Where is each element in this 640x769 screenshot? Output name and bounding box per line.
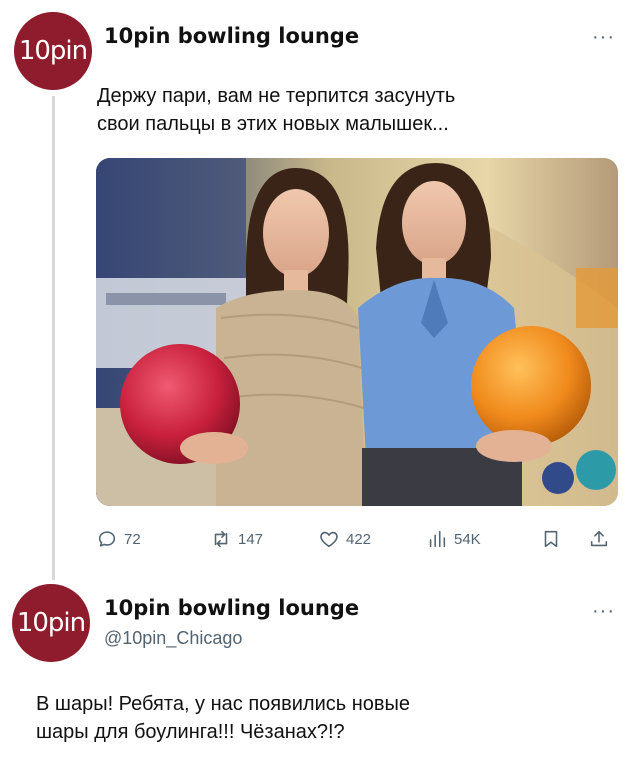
views-count: 54K [454, 530, 481, 548]
retweet-count: 147 [238, 530, 264, 548]
like-button[interactable]: 422 [318, 528, 371, 550]
tweet-text-line: свои пальцы в этих новых малышек... [97, 113, 449, 135]
reply-button[interactable]: 72 [96, 528, 141, 550]
tweet-text-line: Держу пари, вам не терпится засунуть [97, 85, 456, 107]
tweet-text-line: шары для боулинга!!! Чёзанах?!? [36, 721, 345, 743]
tweet-text: В шары! Ребята, у нас появились новые ша… [36, 690, 410, 746]
views-icon [429, 530, 446, 548]
share-button[interactable] [588, 528, 610, 550]
reply-count: 72 [124, 530, 141, 548]
bookmark-icon [544, 530, 558, 548]
views-button[interactable]: 54K [426, 528, 481, 550]
author-handle[interactable]: @10pin_Chicago [104, 628, 242, 649]
avatar[interactable]: 10pin [14, 12, 92, 90]
tweet-text-line: В шары! Ребята, у нас появились новые [36, 693, 411, 715]
tweet-text: Держу пари, вам не терпится засунуть сво… [97, 82, 455, 138]
like-icon [320, 531, 338, 548]
more-options-icon[interactable]: ··· [592, 26, 615, 49]
thread-line [52, 96, 55, 580]
share-icon [590, 530, 608, 547]
author-name[interactable]: 10pin bowling lounge [104, 596, 359, 620]
reply-icon [98, 531, 116, 547]
more-options-icon[interactable]: ··· [592, 600, 615, 623]
retweet-button[interactable]: 147 [210, 528, 263, 550]
author-name[interactable]: 10pin bowling lounge [104, 24, 359, 48]
bookmark-button[interactable] [540, 528, 562, 550]
avatar[interactable]: 10pin [12, 584, 90, 662]
tweet-actions: 72 147 422 54K [96, 528, 618, 558]
like-count: 422 [346, 530, 372, 548]
tweet-photo[interactable] [96, 158, 618, 506]
retweet-icon [214, 530, 228, 548]
photo-bowling-women [96, 158, 618, 506]
